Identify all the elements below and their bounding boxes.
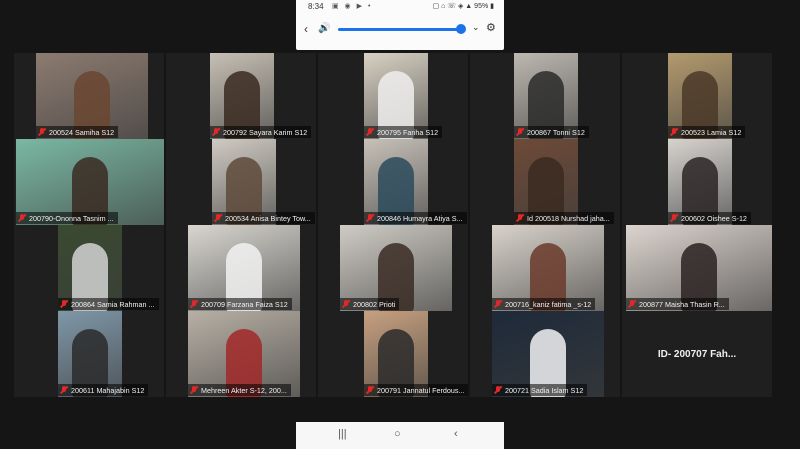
home-button[interactable]: ○ — [394, 428, 401, 440]
participant-label: 200795 Fariha S12 — [364, 126, 443, 138]
muted-mic-icon — [212, 128, 220, 136]
participant-name: 200716_kaniz fatima _s-12 — [505, 299, 592, 309]
muted-mic-icon — [366, 386, 374, 394]
participant-name: 200802 Prioti — [353, 299, 396, 309]
participant-name: 200792 Sayara Karim S12 — [223, 127, 308, 137]
muted-mic-icon — [190, 386, 198, 394]
participant-name: 200795 Fariha S12 — [377, 127, 439, 137]
participant-label: Id 200518 Nurshad jaha... — [514, 212, 614, 224]
participant-tile[interactable]: 200792 Sayara Karim S12 — [166, 53, 316, 139]
muted-mic-icon — [516, 128, 524, 136]
muted-mic-icon — [60, 386, 68, 394]
muted-mic-icon — [494, 386, 502, 394]
participant-name: Id 200518 Nurshad jaha... — [527, 213, 610, 223]
muted-mic-icon — [18, 214, 26, 222]
participant-name: 200867 Tonni S12 — [527, 127, 585, 137]
volume-control[interactable]: ‹ 🔊 ⌄ ⚙ — [296, 20, 504, 40]
participant-tile[interactable]: 200846 Humayra Atiya S... — [318, 139, 468, 225]
participant-name: 200846 Humayra Atiya S... — [377, 213, 463, 223]
notification-icons: ▣ ◉ ▶ • — [332, 3, 373, 10]
participant-tile[interactable]: 200716_kaniz fatima _s-12 — [470, 225, 620, 311]
participant-label: 200877 Maisha Thasin R... — [626, 298, 729, 310]
participant-name: 200602 Oishee S-12 — [681, 213, 747, 223]
participant-tile[interactable]: 200795 Fariha S12 — [318, 53, 468, 139]
muted-mic-icon — [38, 128, 46, 136]
participant-label: 200864 Samia Rahman ... — [58, 298, 159, 310]
participant-tile[interactable]: 200867 Tonni S12 — [470, 53, 620, 139]
participant-label: 200709 Farzana Faiza S12 — [188, 298, 292, 310]
participant-grid: 200524 Samiha S12 200792 Sayara Karim S12… — [14, 53, 786, 413]
system-status-icons: ▢ ⌂ ☏ ◈ ▲ 95% ▮ — [432, 3, 494, 10]
participant-tile[interactable]: 200602 Oishee S-12 — [622, 139, 772, 225]
muted-mic-icon — [60, 300, 68, 308]
chevron-down-icon[interactable]: ⌄ — [472, 22, 480, 33]
participant-label: 200867 Tonni S12 — [514, 126, 589, 138]
participant-name: 200524 Samiha S12 — [49, 127, 115, 137]
participant-label: 200524 Samiha S12 — [36, 126, 119, 138]
participant-name: 200721 Sadia Islam S12 — [505, 385, 584, 395]
phone-status-overlay: 8:34 ▣ ◉ ▶ • ▢ ⌂ ☏ ◈ ▲ 95% ▮ ‹ 🔊 ⌄ ⚙ — [296, 0, 504, 50]
participant-tile[interactable]: 200524 Samiha S12 — [14, 53, 164, 139]
volume-slider[interactable] — [338, 28, 460, 31]
participant-label: Mehreen Akter S-12, 200... — [188, 384, 291, 396]
participant-tile[interactable]: Id 200518 Nurshad jaha... — [470, 139, 620, 225]
participant-label: 200802 Prioti — [340, 298, 400, 310]
muted-mic-icon — [494, 300, 502, 308]
android-nav-bar: ||| ○ ‹ — [296, 422, 504, 449]
participant-tile[interactable]: 200802 Prioti — [318, 225, 468, 311]
participant-name: 200523 Lamia S12 — [681, 127, 742, 137]
volume-slider-knob[interactable] — [456, 24, 466, 34]
participant-label: 200716_kaniz fatima _s-12 — [492, 298, 596, 310]
participant-tile[interactable]: ID- 200707 Fah... — [622, 311, 772, 397]
muted-mic-icon — [366, 128, 374, 136]
participant-tile[interactable]: 200864 Samia Rahman ... — [14, 225, 164, 311]
participant-label: 200721 Sadia Islam S12 — [492, 384, 588, 396]
settings-gear-icon[interactable]: ⚙ — [486, 21, 496, 34]
participant-name: 200790-Ononna Tasnim ... — [29, 213, 114, 223]
muted-mic-icon — [516, 214, 524, 222]
participant-name: 200709 Farzana Faiza S12 — [201, 299, 288, 309]
muted-mic-icon — [670, 128, 678, 136]
muted-mic-icon — [670, 214, 678, 222]
participant-label: 200792 Sayara Karim S12 — [210, 126, 312, 138]
back-button[interactable]: ‹ — [454, 428, 458, 440]
participant-name: Mehreen Akter S-12, 200... — [201, 385, 287, 395]
participant-tile[interactable]: 200790-Ononna Tasnim ... — [14, 139, 164, 225]
participant-label: 200602 Oishee S-12 — [668, 212, 751, 224]
participant-name: 200877 Maisha Thasin R... — [639, 299, 725, 309]
muted-mic-icon — [214, 214, 222, 222]
muted-mic-icon — [190, 300, 198, 308]
muted-mic-icon — [342, 300, 350, 308]
speaker-icon[interactable]: 🔊 — [318, 23, 330, 34]
participant-label: 200790-Ononna Tasnim ... — [16, 212, 118, 224]
status-time: 8:34 — [308, 2, 324, 11]
participant-tile[interactable]: 200523 Lamia S12 — [622, 53, 772, 139]
participant-label: 200534 Anisa Bintey Tow... — [212, 212, 315, 224]
participant-name: ID- 200707 Fah... — [657, 348, 737, 360]
recents-button[interactable]: ||| — [338, 428, 347, 440]
participant-tile[interactable]: 200721 Sadia Islam S12 — [470, 311, 620, 397]
participant-label: 200611 Mahajabin S12 — [58, 384, 149, 396]
participant-name: 200611 Mahajabin S12 — [71, 385, 145, 395]
status-bar: 8:34 ▣ ◉ ▶ • ▢ ⌂ ☏ ◈ ▲ 95% ▮ — [296, 0, 504, 14]
participant-tile[interactable]: 200709 Farzana Faiza S12 — [166, 225, 316, 311]
participant-tile[interactable]: 200534 Anisa Bintey Tow... — [166, 139, 316, 225]
participant-label: 200523 Lamia S12 — [668, 126, 746, 138]
participant-name: 200791 Jannatul Ferdous... — [377, 385, 465, 395]
participant-label: 200846 Humayra Atiya S... — [364, 212, 467, 224]
back-arrow-icon[interactable]: ‹ — [304, 22, 308, 36]
participant-label: 200791 Jannatul Ferdous... — [364, 384, 468, 396]
participant-name: 200864 Samia Rahman ... — [71, 299, 155, 309]
participant-tile[interactable]: Mehreen Akter S-12, 200... — [166, 311, 316, 397]
participant-tile[interactable]: 200877 Maisha Thasin R... — [622, 225, 772, 311]
muted-mic-icon — [366, 214, 374, 222]
participant-tile[interactable]: 200611 Mahajabin S12 — [14, 311, 164, 397]
participant-tile[interactable]: 200791 Jannatul Ferdous... — [318, 311, 468, 397]
muted-mic-icon — [628, 300, 636, 308]
participant-name: 200534 Anisa Bintey Tow... — [225, 213, 311, 223]
